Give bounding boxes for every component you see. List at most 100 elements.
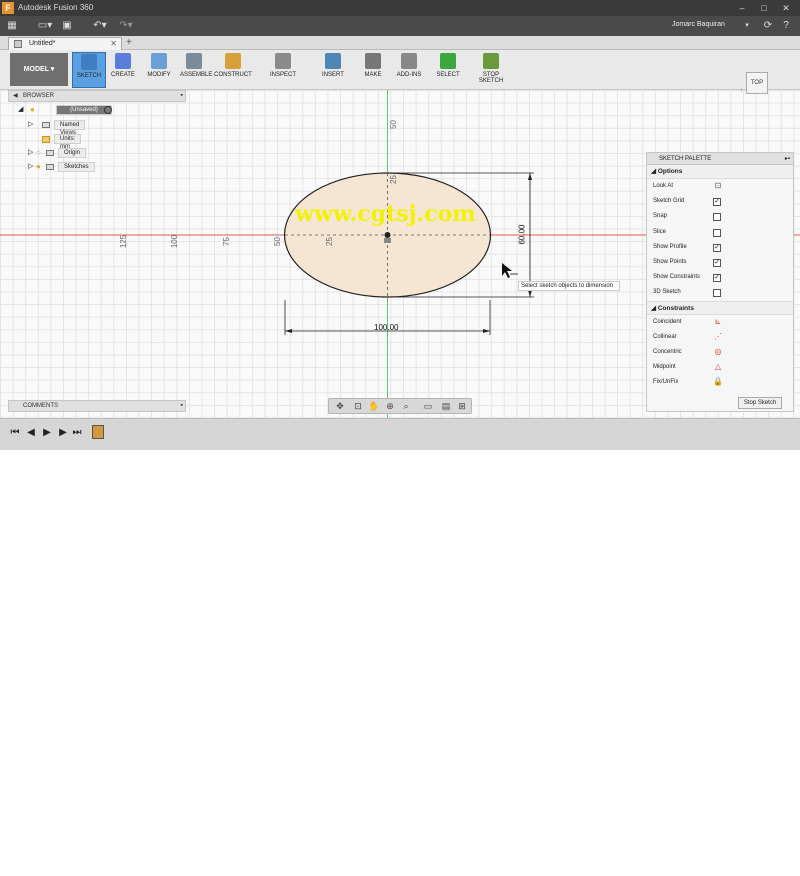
option-checkbox[interactable]: ✓ xyxy=(713,198,721,207)
sketch-palette: SKETCH PALETTE ▸▪ ◢ Options Look At ⊡ Sket… xyxy=(646,152,794,412)
step-forward-icon[interactable]: ▶ xyxy=(58,427,68,439)
palette-option-row[interactable]: Show Profile ✓ xyxy=(647,240,793,255)
palette-option-row[interactable]: Slice xyxy=(647,225,793,240)
panel-pin-icon[interactable]: ▪ xyxy=(181,91,183,101)
option-checkbox[interactable]: ✓ xyxy=(713,243,721,252)
toolbar-group-label: CONSTRUCT xyxy=(214,72,252,78)
constraint-label: Collinear xyxy=(653,333,677,340)
save-icon[interactable]: ▣ xyxy=(60,19,74,33)
toolbar-group-sketch[interactable]: SKETCH xyxy=(72,52,106,88)
ruler-label: 100 xyxy=(170,234,180,249)
expand-arrow-icon[interactable]: ▷ xyxy=(28,119,33,131)
palette-option-row[interactable]: Show Points ✓ xyxy=(647,255,793,270)
toolbar-group-insert[interactable]: INSERT xyxy=(312,52,354,88)
constraint-label: Concentric xyxy=(653,348,682,355)
grid-menu-icon[interactable]: ▦ xyxy=(6,19,18,33)
collapse-arrow-icon[interactable]: ◢ xyxy=(18,104,23,116)
sketch-feature-icon[interactable] xyxy=(92,425,104,439)
create-icon xyxy=(115,53,131,69)
toolbar-group-create[interactable]: CREATE xyxy=(108,52,138,88)
view-cube[interactable]: TOP xyxy=(746,72,768,94)
panel-pin-icon[interactable]: ▪ xyxy=(181,401,183,411)
constraint-row[interactable]: Collinear ⋰ xyxy=(647,330,793,345)
undo-icon[interactable]: ↶▾ xyxy=(90,19,110,33)
constraint-row[interactable]: Concentric ◎ xyxy=(647,345,793,360)
constraint-collinear-icon[interactable]: ⋰ xyxy=(713,332,723,342)
look-at-icon[interactable]: ⊡ xyxy=(351,401,365,412)
new-tab-icon[interactable]: + xyxy=(126,37,132,48)
toolbar-group-inspect[interactable]: INSPECT xyxy=(258,52,308,88)
toolbar-group-stop-sketch[interactable]: STOP SKETCH xyxy=(472,52,510,88)
dimension-width-label[interactable]: 100.00 xyxy=(374,323,398,332)
constraints-section[interactable]: ◢ Constraints xyxy=(647,300,793,315)
close-tab-icon[interactable]: ✕ xyxy=(110,38,117,50)
palette-option-row[interactable]: Snap xyxy=(647,209,793,224)
toolbar-group-construct[interactable]: CONSTRUCT xyxy=(210,52,256,88)
folder-icon xyxy=(46,164,54,170)
zoom-icon[interactable]: ⊕ xyxy=(383,401,397,412)
refresh-icon[interactable]: ⟳ xyxy=(762,19,774,33)
browser-root-node[interactable]: ◢ ● (Unsaved) xyxy=(16,104,186,116)
constraint-row[interactable]: Coincident ⊾ xyxy=(647,315,793,330)
step-back-icon[interactable]: ◀ xyxy=(26,427,36,439)
toolbar-group-label: INSPECT xyxy=(269,72,296,78)
stop-sketch-button[interactable]: Stop Sketch xyxy=(738,397,782,409)
dim-height-arrow-top xyxy=(528,173,532,180)
toolbar-group-select[interactable]: SELECT xyxy=(428,52,468,88)
help-icon[interactable]: ? xyxy=(780,19,792,33)
palette-option-row[interactable]: Look At ⊡ xyxy=(647,179,793,194)
palette-option-row[interactable]: Show Constraints ✓ xyxy=(647,270,793,285)
constraint-midpoint-icon[interactable]: △ xyxy=(713,362,723,372)
expand-icon[interactable]: ▸▪ xyxy=(785,153,790,165)
browser-node-label: Sketches xyxy=(58,162,95,172)
lightbulb-icon[interactable]: ● xyxy=(36,161,41,173)
browser-panel-header[interactable]: ◀ BROWSER ▪ xyxy=(8,90,186,102)
workspace-switcher[interactable]: MODEL ▾ xyxy=(10,53,68,86)
maximize-button[interactable]: □ xyxy=(754,2,774,14)
option-checkbox[interactable]: ✓ xyxy=(713,258,721,267)
constraint-row[interactable]: Midpoint △ xyxy=(647,360,793,375)
collapse-icon[interactable]: ◀ xyxy=(13,91,18,101)
constraint-coincident-icon[interactable]: ⊾ xyxy=(713,317,723,327)
options-section[interactable]: ◢ Options xyxy=(647,165,793,179)
activate-icon[interactable] xyxy=(104,106,112,114)
fit-icon[interactable]: ⌕ xyxy=(399,401,413,412)
play-icon[interactable]: ▶ xyxy=(42,427,52,439)
display-settings-icon[interactable]: ▭ xyxy=(421,401,435,412)
look-at-icon[interactable]: ⊡ xyxy=(713,181,723,191)
constraint-concentric-icon[interactable]: ◎ xyxy=(713,347,723,357)
pan-icon[interactable]: ✋ xyxy=(367,401,381,412)
redo-icon[interactable]: ↷▾ xyxy=(116,19,136,33)
orbit-icon[interactable]: ✥ xyxy=(333,401,347,412)
constraint-row[interactable]: Fix/UnFix 🔒 xyxy=(647,375,793,390)
toolbar-group-assemble[interactable]: ASSEMBLE xyxy=(180,52,212,88)
constraint-fix-unfix-icon[interactable]: 🔒 xyxy=(713,377,723,387)
palette-option-row[interactable]: Sketch Grid ✓ xyxy=(647,194,793,209)
sketch-palette-header[interactable]: SKETCH PALETTE ▸▪ xyxy=(647,153,793,165)
expand-arrow-icon[interactable]: ▷ xyxy=(28,161,33,173)
visual-style-icon[interactable]: ▤ xyxy=(439,401,453,412)
option-checkbox[interactable] xyxy=(713,213,721,222)
option-checkbox[interactable] xyxy=(713,228,721,237)
lightbulb-icon[interactable]: ● xyxy=(30,104,35,116)
toolbar-group-add-ins[interactable]: ADD-INS xyxy=(392,52,426,88)
timeline-bar: ⏮ ◀ ▶ ▶ ⏭ Linked in xyxy=(0,418,800,876)
user-name[interactable]: Jomarc Baquiran xyxy=(672,21,725,28)
expand-arrow-icon[interactable]: ▷ xyxy=(28,147,33,159)
dimension-height-label[interactable]: 60.00 xyxy=(518,224,527,244)
lightbulb-icon[interactable]: ○ xyxy=(36,147,41,159)
comments-panel-header[interactable]: COMMENTS ▪ xyxy=(8,400,186,412)
grid-settings-icon[interactable]: ⊞ xyxy=(455,401,469,412)
toolbar-group-modify[interactable]: MODIFY xyxy=(140,52,178,88)
palette-option-row[interactable]: 3D Sketch xyxy=(647,285,793,300)
toolbar-group-make[interactable]: MAKE xyxy=(356,52,390,88)
close-button[interactable]: ✕ xyxy=(776,2,796,14)
option-checkbox[interactable] xyxy=(713,289,721,298)
go-to-start-icon[interactable]: ⏮ xyxy=(10,427,20,439)
document-tab[interactable]: Untitled* ✕ xyxy=(8,37,122,50)
minimize-button[interactable]: – xyxy=(732,2,752,14)
option-checkbox[interactable]: ✓ xyxy=(713,274,721,283)
go-to-end-icon[interactable]: ⏭ xyxy=(72,427,82,439)
user-dropdown-icon[interactable]: ▾ xyxy=(742,19,752,33)
file-menu-icon[interactable]: ▭▾ xyxy=(36,19,54,33)
